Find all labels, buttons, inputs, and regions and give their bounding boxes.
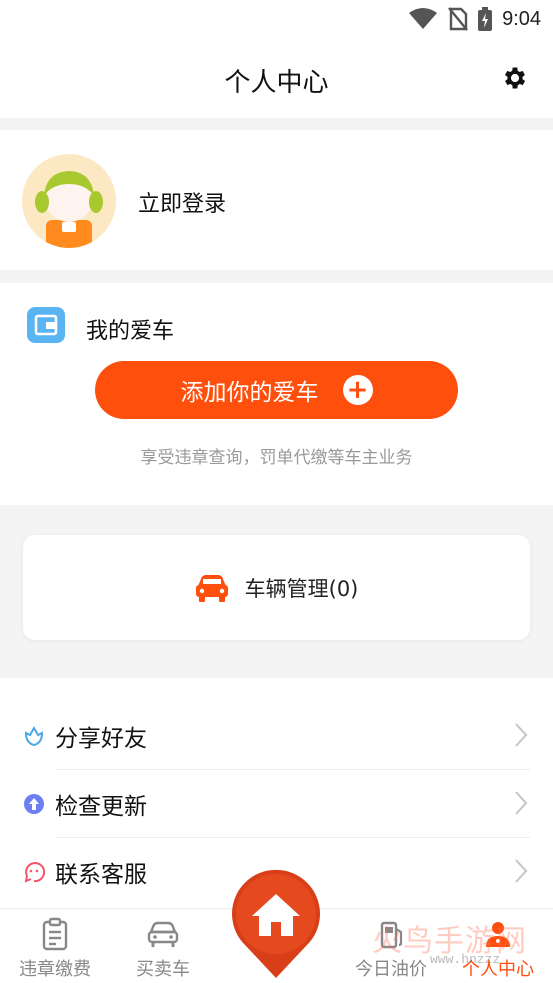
wifi-icon — [409, 8, 438, 29]
home-button[interactable] — [230, 868, 322, 980]
my-car-section: 我的爱车 添加你的爱车 + 享受违章查询，罚单代缴等车主业务 — [0, 283, 553, 505]
login-section[interactable]: 立即登录 — [0, 130, 553, 270]
vehicle-management-button[interactable]: 车辆管理(0) — [23, 535, 530, 640]
car-icon — [147, 921, 179, 947]
watermark-url: www.hnzzz — [430, 952, 501, 967]
my-car-title: 我的爱车 — [86, 319, 175, 344]
status-time: 9:04 — [502, 7, 541, 30]
tab-buy-sell-car[interactable]: 买卖车 — [108, 909, 218, 983]
status-icons: 9:04 — [408, 6, 541, 32]
menu-item-label: 检查更新 — [55, 794, 147, 820]
page-title: 个人中心 — [224, 68, 329, 98]
car-benefits-tip: 享受违章查询，罚单代缴等车主业务 — [140, 448, 413, 468]
gear-icon[interactable] — [501, 64, 529, 92]
tab-label: 买卖车 — [136, 959, 190, 980]
battery-charging-icon — [478, 7, 493, 31]
chevron-right-icon — [515, 723, 528, 747]
service-icon — [24, 862, 45, 883]
update-icon — [24, 794, 44, 814]
no-sim-icon — [448, 7, 468, 31]
avatar[interactable] — [22, 154, 116, 248]
tab-violation-payment[interactable]: 违章缴费 — [0, 909, 110, 983]
chevron-right-icon — [515, 791, 528, 815]
tab-label: 违章缴费 — [19, 959, 91, 980]
menu-item-check-update[interactable]: 检查更新 — [23, 770, 530, 838]
add-car-label: 添加你的爱车 — [180, 380, 319, 406]
header: 个人中心 — [0, 38, 553, 118]
menu-item-share[interactable]: 分享好友 — [23, 702, 530, 770]
menu-item-label: 联系客服 — [55, 862, 147, 888]
chevron-right-icon — [515, 859, 528, 883]
status-bar: 9:04 — [0, 0, 553, 38]
share-flower-icon — [24, 725, 44, 747]
clipboard-icon — [42, 917, 68, 951]
wallet-icon — [27, 307, 65, 343]
login-button[interactable]: 立即登录 — [138, 186, 226, 218]
add-car-button[interactable]: 添加你的爱车 + — [95, 361, 458, 419]
girl-avatar-icon — [35, 171, 103, 248]
vehicle-management-label: 车辆管理(0) — [244, 576, 359, 601]
car-icon — [195, 574, 228, 602]
menu-item-label: 分享好友 — [55, 726, 147, 752]
plus-icon: + — [342, 375, 373, 405]
